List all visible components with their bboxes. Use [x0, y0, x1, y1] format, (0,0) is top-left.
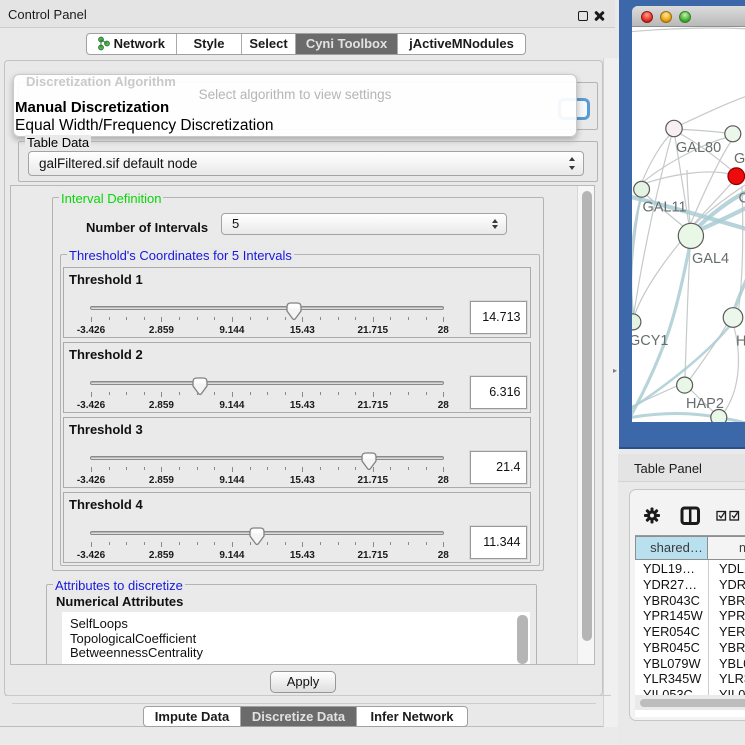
svg-text:GAL4: GAL4 — [692, 251, 729, 267]
svg-text:GCY1: GCY1 — [632, 333, 669, 349]
svg-text:GAL80: GAL80 — [676, 140, 721, 156]
svg-text:C: C — [739, 191, 745, 207]
svg-text:GAL11: GAL11 — [643, 200, 687, 216]
svg-text:HAP2: HAP2 — [686, 396, 724, 412]
svg-text:GA: GA — [734, 151, 745, 167]
svg-text:H: H — [736, 334, 745, 350]
